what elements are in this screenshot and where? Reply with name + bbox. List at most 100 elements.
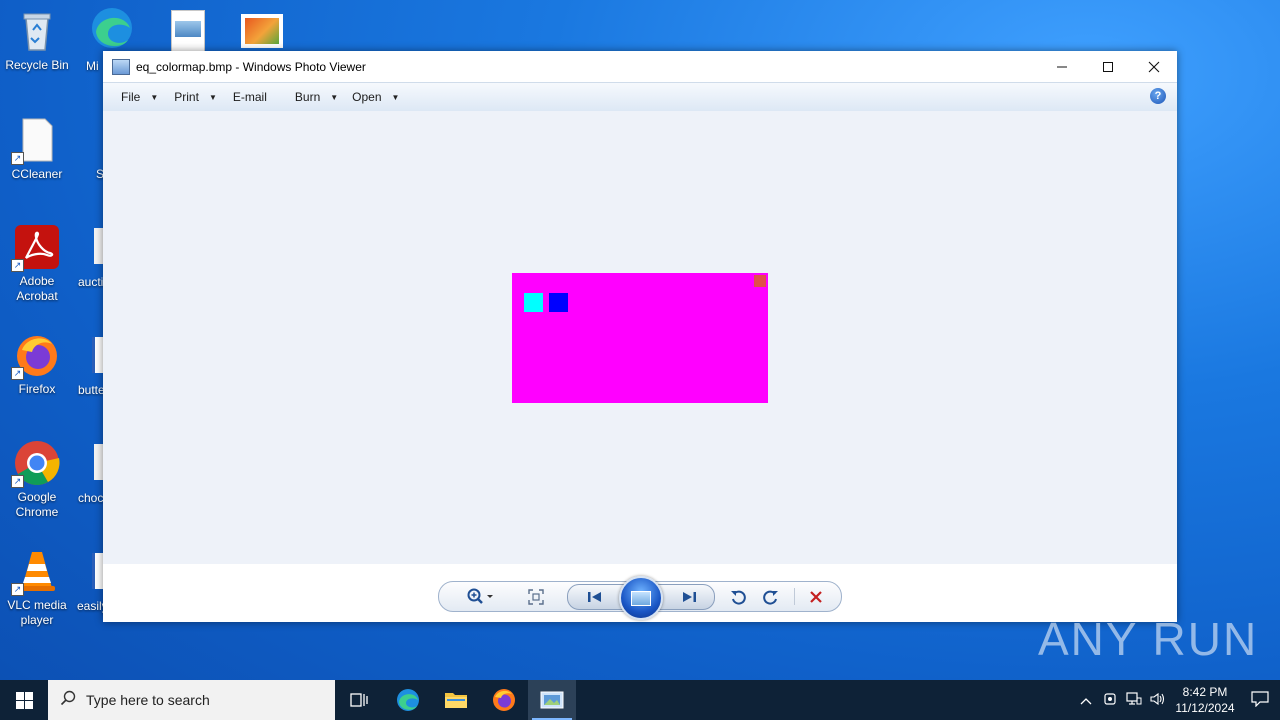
show-hidden-icons-button[interactable] <box>1074 693 1098 708</box>
taskbar-firefox[interactable] <box>480 680 528 720</box>
desktop-icon-label: Firefox <box>18 382 56 396</box>
maximize-icon <box>1103 61 1113 72</box>
menu-label: Print <box>174 90 199 104</box>
desktop-icon-label: choc <box>78 491 104 505</box>
notification-icon <box>1251 690 1269 707</box>
shortcut-arrow-icon: ↗ <box>11 259 24 272</box>
menu-label: Burn <box>294 90 321 104</box>
recycle-bin-icon <box>14 8 60 54</box>
shortcut-arrow-icon: ↗ <box>11 475 24 488</box>
photo-viewer-app-icon <box>112 58 130 75</box>
actual-size-icon <box>528 588 544 605</box>
taskbar-edge[interactable] <box>384 680 432 720</box>
chevron-up-icon <box>1080 697 1092 704</box>
delete-icon <box>810 590 822 603</box>
title-bar[interactable]: eq_colormap.bmp - Windows Photo Viewer <box>103 51 1177 82</box>
chrome-icon: ↗ <box>11 440 60 488</box>
volume-icon <box>1150 692 1165 705</box>
security-tray-button[interactable] <box>1098 692 1122 709</box>
file-icon[interactable] <box>94 444 103 480</box>
firefox-icon: ↗ <box>11 332 60 380</box>
desktop-icon-adobe-acrobat[interactable]: ↗ Adobe Acrobat <box>1 224 73 304</box>
system-tray: 8:42 PM 11/12/2024 <box>1074 680 1280 720</box>
desktop-icon-recycle-bin[interactable]: Recycle Bin <box>1 8 73 73</box>
dropdown-caret-icon: ▼ <box>330 92 339 102</box>
firefox-icon <box>493 689 515 711</box>
taskbar-file-explorer[interactable] <box>432 680 480 720</box>
menu-file[interactable]: File ▼ <box>121 90 158 104</box>
dropdown-caret-icon: ▼ <box>150 92 159 102</box>
desktop-icon-label: VLC media player <box>7 598 67 627</box>
help-icon[interactable]: ? <box>1150 88 1166 104</box>
file-icon[interactable] <box>94 228 103 264</box>
desktop-icon-image-file[interactable] <box>171 10 205 52</box>
acrobat-icon: ↗ <box>11 224 60 272</box>
desktop-icon-google-chrome[interactable]: ↗ Google Chrome <box>1 440 73 520</box>
delete-button[interactable] <box>803 582 829 611</box>
windows-logo-icon <box>15 691 33 709</box>
close-button[interactable] <box>1131 51 1177 82</box>
control-separator <box>794 588 795 605</box>
photo-viewer-window: eq_colormap.bmp - Windows Photo Viewer F… <box>103 51 1177 622</box>
image-file-icon <box>175 21 201 37</box>
menu-label: File <box>121 90 141 104</box>
search-placeholder: Type here to search <box>86 692 210 708</box>
clock-date: 11/12/2024 <box>1175 701 1235 715</box>
folder-icon <box>445 693 467 708</box>
desktop-icon-edge[interactable] <box>88 6 136 50</box>
desktop-icon-app[interactable] <box>241 14 283 48</box>
rotate-left-icon <box>731 590 746 605</box>
slideshow-button[interactable] <box>619 576 663 620</box>
close-icon <box>1148 61 1160 72</box>
orange-square <box>754 275 766 287</box>
menu-burn[interactable]: Burn ▼ <box>295 90 338 104</box>
zoom-button[interactable] <box>461 582 501 611</box>
shortcut-arrow-icon: ↗ <box>11 367 24 380</box>
dropdown-caret-icon: ▼ <box>391 92 400 102</box>
taskbar-search-box[interactable]: Type here to search <box>48 680 335 720</box>
start-button[interactable] <box>0 680 48 720</box>
edge-icon <box>92 8 132 48</box>
actual-size-button[interactable] <box>521 582 551 611</box>
task-view-button[interactable] <box>336 680 384 720</box>
control-bar <box>103 564 1177 622</box>
rotate-right-icon <box>763 590 778 605</box>
security-icon <box>1104 692 1116 705</box>
menu-bar: File ▼ Print ▼ E-mail Burn ▼ Open ▼ ? <box>103 82 1177 112</box>
search-icon <box>60 690 76 711</box>
window-title: eq_colormap.bmp - Windows Photo Viewer <box>136 59 366 74</box>
clock-time: 8:42 PM <box>1182 685 1228 699</box>
minimize-button[interactable] <box>1039 51 1085 82</box>
menu-email[interactable]: E-mail <box>233 90 267 104</box>
desktop-icon-vlc[interactable]: ↗ VLC media player <box>1 548 73 628</box>
shortcut-arrow-icon: ↗ <box>11 583 24 596</box>
desktop-icon-ccleaner[interactable]: ↗ CCleaner <box>1 117 73 182</box>
next-button[interactable] <box>671 582 707 611</box>
dropdown-caret-icon: ▼ <box>208 92 217 102</box>
desktop-icon-firefox[interactable]: ↗ Firefox <box>1 332 73 397</box>
desktop-icon-label: Recycle Bin <box>5 58 69 72</box>
maximize-button[interactable] <box>1085 51 1131 82</box>
menu-open[interactable]: Open ▼ <box>352 90 399 104</box>
taskbar-clock[interactable]: 8:42 PM 11/12/2024 <box>1170 684 1240 716</box>
edge-icon <box>397 689 419 711</box>
volume-tray-button[interactable] <box>1146 692 1170 709</box>
rotate-left-button[interactable] <box>725 582 751 611</box>
displayed-image <box>512 273 768 403</box>
menu-print[interactable]: Print ▼ <box>174 90 217 104</box>
vlc-icon: ↗ <box>11 548 60 596</box>
notifications-button[interactable] <box>1240 690 1280 710</box>
blue-square <box>549 293 568 312</box>
previous-button[interactable] <box>577 582 613 611</box>
cyan-square <box>524 293 543 312</box>
desktop-icon-label: CCleaner <box>11 167 63 181</box>
anyrun-watermark: ANY RUN <box>1038 612 1258 666</box>
network-tray-button[interactable] <box>1122 691 1146 709</box>
rotate-right-button[interactable] <box>758 582 784 611</box>
network-icon <box>1126 691 1142 705</box>
menu-label: Open <box>352 90 382 104</box>
taskbar-photo-viewer[interactable] <box>528 680 576 720</box>
file-icon: ↗ <box>11 117 60 165</box>
desktop-icon-label: butte <box>78 383 105 397</box>
desktop-icon-label: Google Chrome <box>15 490 59 519</box>
